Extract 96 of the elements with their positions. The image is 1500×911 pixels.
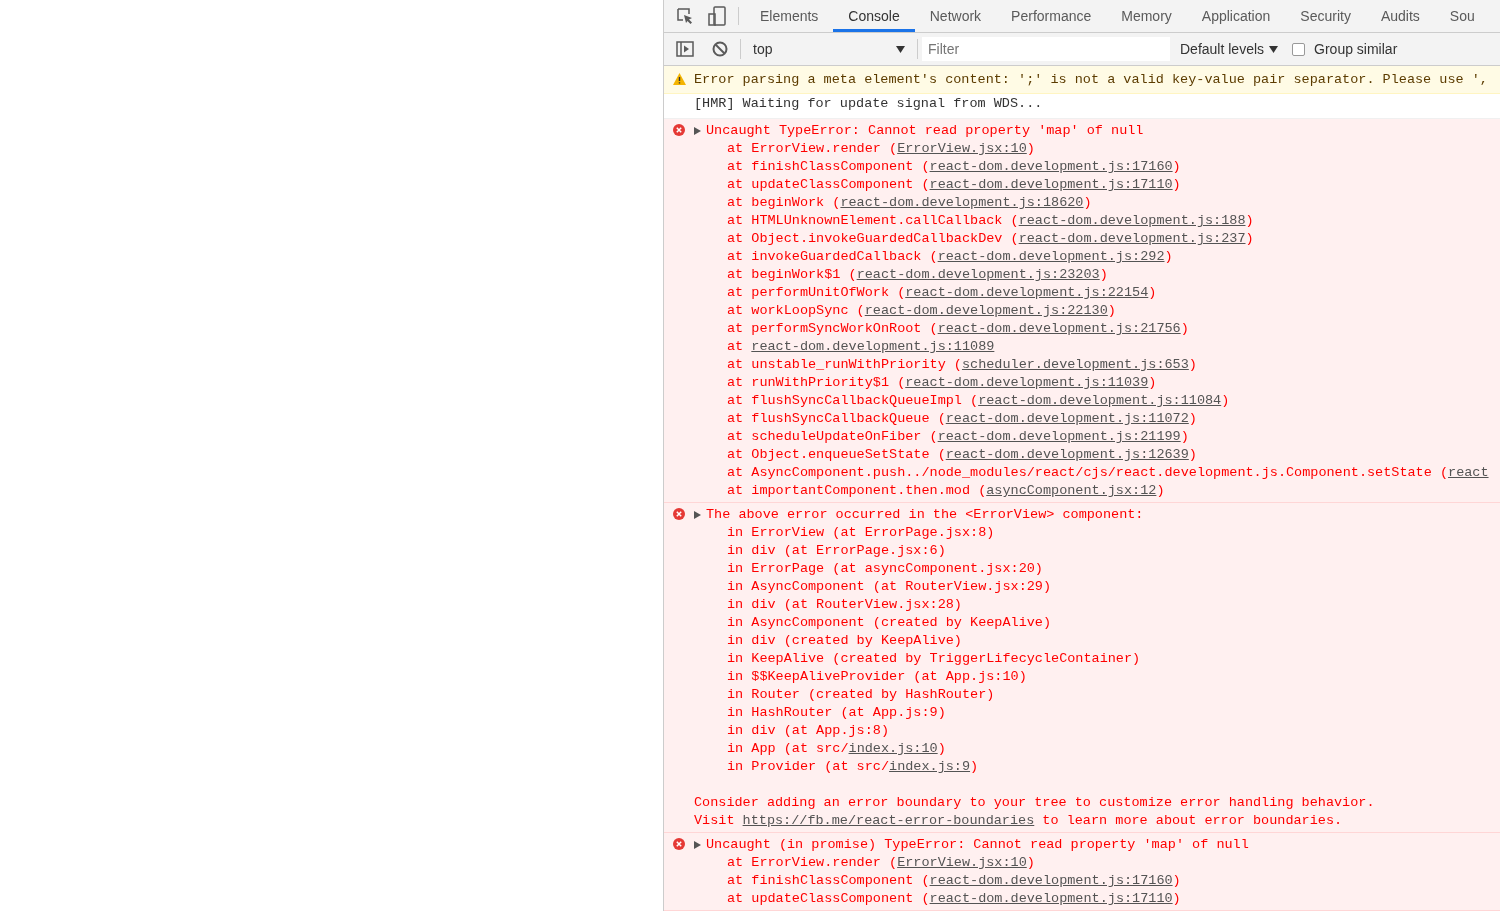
message-line: at react-dom.development.js:11089 (726, 338, 996, 356)
message-line: at runWithPriority$1 (react-dom.development.js:11039) (726, 374, 1158, 392)
message-line: in div (at App.js:8) (726, 722, 891, 740)
message-line: at finishClassComponent (react-dom.development.js:17160) (726, 158, 1182, 176)
error-message: Uncaught (in promise) TypeError: Cannot read property 'map' of null (706, 836, 1249, 854)
source-link[interactable]: ErrorView.jsx:10 (897, 141, 1027, 156)
error-icon (673, 124, 685, 136)
message-line: in ErrorView (at ErrorPage.jsx:8) (726, 524, 996, 542)
message-line: in HashRouter (at App.js:9) (726, 704, 947, 722)
source-link[interactable]: react-dom.development.js:188 (1018, 213, 1246, 228)
dropdown-caret-icon (896, 45, 905, 53)
message-line: at finishClassComponent (react-dom.development.js:17160) (726, 872, 1182, 890)
clear-icon[interactable] (712, 41, 728, 57)
expand-triangle-icon[interactable] (694, 841, 701, 849)
message-line: in AsyncComponent (at RouterView.jsx:29) (726, 578, 1053, 596)
panel-tab[interactable]: Security (1285, 0, 1366, 32)
message-line: at flushSyncCallbackQueue (react-dom.development.js:11072) (726, 410, 1198, 428)
source-link[interactable]: react-dom.development.js:17110 (929, 177, 1173, 192)
message-line: at HTMLUnknownElement.callCallback (react-dom.development.js:188) (726, 212, 1255, 230)
source-link[interactable]: react-dom.development.js:21756 (937, 321, 1181, 336)
message-line: in Router (created by HashRouter) (726, 686, 996, 704)
message-line: at invokeGuardedCallback (react-dom.development.js:292) (726, 248, 1174, 266)
source-link[interactable]: react-dom.development.js:11039 (905, 375, 1149, 390)
message-line: in KeepAlive (created by TriggerLifecycleContainer) (726, 650, 1142, 668)
levels-dropdown[interactable]: Default levels (1180, 38, 1279, 60)
dropdown-caret-icon (1269, 45, 1279, 53)
message-line: at Object.invokeGuardedCallbackDev (react-dom.development.js:237) (726, 230, 1255, 248)
message-line: at ErrorView.render (ErrorView.jsx:10) (726, 140, 1036, 158)
panel-tab[interactable]: Network (914, 0, 997, 32)
source-link[interactable]: index.js:9 (889, 759, 971, 774)
panel-tab[interactable]: Application (1186, 0, 1286, 32)
source-link[interactable]: react (1448, 465, 1489, 480)
checkbox[interactable] (1292, 42, 1306, 56)
message-line: at performSyncWorkOnRoot (react-dom.development.js:21756) (726, 320, 1190, 338)
message-line: at updateClassComponent (react-dom.development.js:17110) (726, 890, 1182, 908)
source-link[interactable]: react-dom.development.js:11089 (751, 339, 995, 354)
message-line: in ErrorPage (at asyncComponent.jsx:20) (726, 560, 1044, 578)
message-line: in div (at ErrorPage.jsx:6) (726, 542, 947, 560)
source-link[interactable]: react-dom.development.js:17160 (929, 159, 1173, 174)
expand-triangle-icon[interactable] (694, 127, 701, 135)
source-link[interactable]: asyncComponent.jsx:12 (986, 483, 1157, 498)
message-line: at AsyncComponent.push../node_modules/react/cjs/react.development.js.Component.setState (react (726, 464, 1489, 482)
source-link[interactable]: react-dom.development.js:237 (1018, 231, 1246, 246)
source-link[interactable]: react-dom.development.js:23203 (856, 267, 1100, 282)
context-select[interactable]: top (741, 38, 917, 60)
source-link[interactable]: react-dom.development.js:22130 (864, 303, 1108, 318)
error-message: The above error occurred in the <ErrorView> component: (706, 506, 1144, 524)
message-line: at performUnitOfWork (react-dom.development.js:22154) (726, 284, 1158, 302)
message-line: in div (created by KeepAlive) (726, 632, 963, 650)
message-line: at scheduleUpdateOnFiber (react-dom.development.js:21199) (726, 428, 1190, 446)
sidebar-toggle-icon[interactable] (676, 41, 694, 57)
warning-message: Error parsing a meta element's content: ';' is not a valid key-value pair separator. Please use ', (694, 71, 1488, 89)
message-line: at beginWork (react-dom.development.js:18620) (726, 194, 1093, 212)
source-link[interactable]: scheduler.development.js:653 (961, 357, 1189, 372)
checkbox-label[interactable]: Group similar (1314, 38, 1398, 60)
log-message: [HMR] Waiting for update signal from WDS... (694, 95, 1043, 113)
message-line: at ErrorView.render (ErrorView.jsx:10) (726, 854, 1036, 872)
error-icon (673, 508, 685, 520)
source-link[interactable]: ErrorView.jsx:10 (897, 855, 1027, 870)
message-line: in $$KeepAliveProvider (at App.js:10) (726, 668, 1028, 686)
source-link[interactable]: index.js:10 (848, 741, 938, 756)
message-line: at importantComponent.then.mod (asyncComponent.jsx:12) (726, 482, 1166, 500)
source-link[interactable]: react-dom.development.js:11084 (978, 393, 1222, 408)
message-line: in App (at src/index.js:10) (726, 740, 947, 758)
source-link[interactable]: react-dom.development.js:11072 (945, 411, 1189, 426)
warning-icon (672, 73, 686, 85)
message-line: Visit https://fb.me/react-error-boundaries to learn more about error boundaries. (694, 812, 1344, 830)
message-line: at beginWork$1 (react-dom.development.js:23203) (726, 266, 1109, 284)
panel-tab[interactable]: Performance (996, 0, 1107, 32)
message-line: in div (at RouterView.jsx:28) (726, 596, 963, 614)
message-line: in AsyncComponent (created by KeepAlive) (726, 614, 1053, 632)
expand-triangle-icon[interactable] (694, 511, 701, 519)
source-link[interactable]: react-dom.development.js:12639 (945, 447, 1189, 462)
message-line: at workLoopSync (react-dom.development.js:22130) (726, 302, 1117, 320)
source-link[interactable]: react-dom.development.js:22154 (905, 285, 1149, 300)
source-link[interactable]: react-dom.development.js:292 (937, 249, 1165, 264)
error-message: Uncaught TypeError: Cannot read property 'map' of null (706, 122, 1144, 140)
inspect-icon[interactable] (676, 7, 694, 25)
filter-field[interactable]: Filter (922, 37, 1170, 61)
message-line: in Provider (at src/index.js:9) (726, 758, 980, 776)
source-link[interactable]: https://fb.me/react-error-boundaries (742, 813, 1035, 828)
source-link[interactable]: react-dom.development.js:21199 (937, 429, 1181, 444)
panel-tab[interactable]: Elements (745, 0, 834, 32)
message-line: at Object.enqueueSetState (react-dom.development.js:12639) (726, 446, 1198, 464)
message-line: at updateClassComponent (react-dom.development.js:17110) (726, 176, 1182, 194)
message-line: at unstable_runWithPriority (scheduler.development.js:653) (726, 356, 1198, 374)
source-link[interactable]: react-dom.development.js:17160 (929, 873, 1173, 888)
message-line: at flushSyncCallbackQueueImpl (react-dom.development.js:11084) (726, 392, 1231, 410)
error-icon (673, 838, 685, 850)
panel-tab[interactable]: Sou (1434, 0, 1490, 32)
source-link[interactable]: react-dom.development.js:17110 (929, 891, 1173, 906)
source-link[interactable]: react-dom.development.js:18620 (840, 195, 1084, 210)
panel-tab[interactable]: Audits (1365, 0, 1435, 32)
message-line: Consider adding an error boundary to your tree to customize error handling behavior. (694, 794, 1375, 812)
device-toolbar-icon[interactable] (708, 6, 726, 26)
panel-tab[interactable]: Memory (1106, 0, 1187, 32)
